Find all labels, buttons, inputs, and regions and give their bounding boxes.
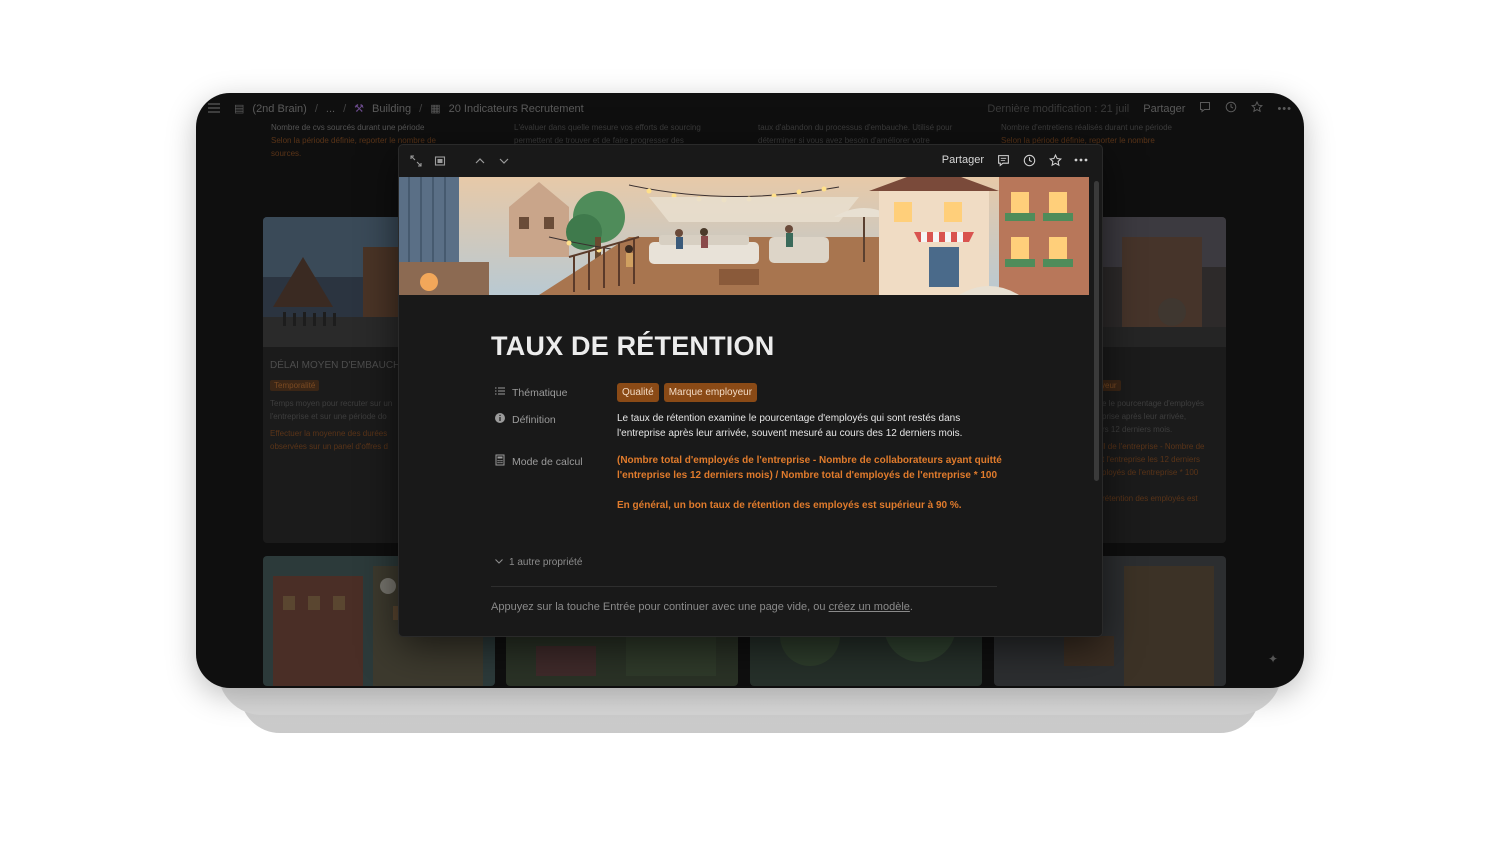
background-card-text: L'évaluer dans quelle mesure vos efforts… — [514, 121, 701, 147]
background-card-text: taux d'abandon du processus d'embauche. … — [758, 121, 952, 147]
star-icon[interactable] — [1251, 100, 1264, 116]
card-calc-line: observées sur un panel d'offres d — [270, 442, 388, 451]
card-description-line: prise après leur arrivée, — [1102, 412, 1187, 421]
card-description: e le pourcentage d'employés prise après … — [1102, 397, 1219, 436]
device-frame: ▤ (2nd Brain) / ... / ⚒ Building / ▦ 20 … — [196, 93, 1304, 688]
definition-line: l'entreprise après leur arrivée, souvent… — [617, 428, 963, 439]
card-description-line: e le pourcentage d'employés — [1102, 399, 1205, 408]
hint-end: . — [909, 601, 913, 613]
modal-toolbar-right: Partager — [942, 153, 1088, 167]
card-calc-line: ployés de l'entreprise * 100 — [1102, 468, 1199, 477]
clock-icon[interactable] — [1022, 153, 1036, 167]
property-calcul-value[interactable]: (Nombre total d'employés de l'entreprise… — [617, 453, 1002, 513]
database-icon: ▦ — [430, 103, 441, 115]
modal-toolbar: Partager — [399, 145, 1102, 177]
page-icon: ▤ — [234, 103, 245, 115]
sparkle-icon[interactable]: ✦ — [1268, 652, 1278, 666]
scrollbar[interactable] — [1094, 181, 1099, 481]
property-label: Définition — [512, 413, 556, 426]
chevron-up-icon[interactable] — [473, 154, 487, 168]
tag-marque-employeur[interactable]: Marque employeur — [663, 383, 758, 402]
chevron-down-icon[interactable] — [497, 154, 511, 168]
more-icon[interactable]: ••• — [1277, 103, 1292, 115]
calculator-icon — [494, 454, 506, 469]
card-tag: Temporalité — [270, 380, 320, 391]
page-cover-image[interactable] — [399, 177, 1089, 295]
modal-toolbar-left — [409, 154, 511, 168]
hammer-icon: ⚒ — [354, 103, 364, 115]
topbar-actions: Dernière modification : 21 juil Partager… — [987, 100, 1292, 116]
comment-icon[interactable] — [1199, 101, 1211, 116]
comment-icon[interactable] — [996, 153, 1010, 167]
menu-icon[interactable] — [207, 101, 221, 115]
calcul-line: (Nombre total d'employés de l'entreprise… — [617, 455, 1002, 466]
property-definition-label[interactable]: Définition — [494, 412, 556, 427]
card-description: Nombre d'entretiens réalisés durant une … — [1001, 123, 1172, 132]
info-icon — [494, 412, 506, 427]
hint-text: Appuyez sur la touche Entrée pour contin… — [491, 601, 829, 613]
card-description: L'évaluer dans quelle mesure vos efforts… — [514, 123, 701, 132]
empty-page-hint: Appuyez sur la touche Entrée pour contin… — [491, 601, 913, 613]
more-properties-label: 1 autre propriété — [509, 557, 583, 568]
breadcrumb-item[interactable]: 20 Indicateurs Recrutement — [449, 103, 584, 115]
clock-icon[interactable] — [1225, 101, 1237, 116]
page-title[interactable]: TAUX DE RÉTENTION — [491, 331, 774, 362]
card-calc-line: ll de l'entreprise - Nombre de — [1102, 442, 1205, 451]
card-calc-line: rétention des employés est — [1102, 494, 1198, 503]
create-template-link[interactable]: créez un modèle — [829, 601, 910, 613]
share-button[interactable]: Partager — [942, 154, 984, 166]
tag-qualite[interactable]: Qualité — [617, 383, 659, 402]
breadcrumb-separator: / — [314, 102, 318, 115]
star-icon[interactable] — [1048, 153, 1062, 167]
card-description: Nombre de cvs sourcés durant une période — [271, 123, 425, 132]
definition-line: Le taux de rétention examine le pourcent… — [617, 413, 961, 424]
last-edited-text: Dernière modification : 21 juil — [987, 102, 1130, 115]
background-card-text: Nombre d'entretiens réalisés durant une … — [1001, 121, 1172, 147]
page-peek-modal: Partager TAUX DE RÉTENTION Thématique Qu… — [399, 145, 1102, 636]
property-label: Thématique — [512, 386, 568, 399]
divider — [491, 586, 997, 587]
breadcrumb-item[interactable]: (2nd Brain) — [252, 103, 306, 115]
property-label: Mode de calcul — [512, 455, 583, 468]
property-definition-value[interactable]: Le taux de rétention examine le pourcent… — [617, 411, 1002, 441]
property-thematique-label[interactable]: Thématique — [494, 385, 567, 400]
calcul-line: En général, un bon taux de rétention des… — [617, 500, 962, 511]
card-description-line: l'entreprise et sur une période do — [270, 412, 387, 421]
more-properties-toggle[interactable]: 1 autre propriété — [494, 556, 582, 569]
breadcrumb: ▤ (2nd Brain) / ... / ⚒ Building / ▦ 20 … — [234, 102, 584, 116]
share-button[interactable]: Partager — [1143, 103, 1185, 115]
breadcrumb-item[interactable]: Building — [372, 103, 411, 115]
property-thematique-value[interactable]: Qualité Marque employeur — [617, 383, 1002, 402]
expand-icon[interactable] — [409, 154, 423, 168]
chevron-down-icon — [494, 556, 504, 569]
breadcrumb-separator: / — [419, 102, 423, 115]
peek-mode-icon[interactable] — [433, 154, 447, 168]
breadcrumb-item[interactable]: ... — [326, 103, 335, 115]
more-icon[interactable] — [1074, 153, 1088, 167]
screenshot-stage: ▤ (2nd Brain) / ... / ⚒ Building / ▦ 20 … — [0, 0, 1500, 843]
card-description-line: Temps moyen pour recruter sur un — [270, 399, 393, 408]
card-calc-line: t l'entreprise les 12 derniers — [1102, 455, 1201, 464]
calcul-spacer — [617, 483, 1002, 498]
calcul-line: l'entreprise les 12 derniers mois) / Nom… — [617, 470, 998, 481]
breadcrumb-separator: / — [343, 102, 347, 115]
list-icon — [494, 385, 506, 400]
card-calc-line: Effectuer la moyenne des durées — [270, 429, 388, 438]
card-description-line: rs 12 derniers mois. — [1102, 425, 1173, 434]
card-description: taux d'abandon du processus d'embauche. … — [758, 123, 953, 132]
card-calc: ll de l'entreprise - Nombre de t l'entre… — [1102, 440, 1219, 505]
property-calcul-label[interactable]: Mode de calcul — [494, 454, 583, 469]
